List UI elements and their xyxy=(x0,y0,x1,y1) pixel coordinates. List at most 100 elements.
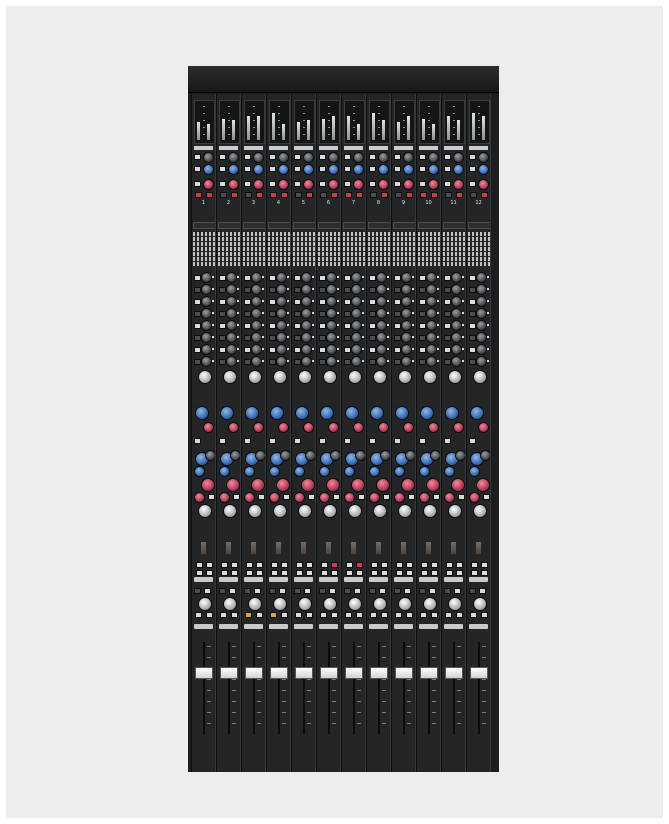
aux-pre-button[interactable] xyxy=(219,359,226,365)
mic-button[interactable] xyxy=(419,154,426,160)
aux-send-knob[interactable] xyxy=(226,344,237,355)
aux-pre-button[interactable] xyxy=(469,359,476,365)
phase-button[interactable] xyxy=(344,166,351,172)
bus-button[interactable] xyxy=(196,570,203,576)
routing-buttons[interactable] xyxy=(468,262,490,266)
trim-knob[interactable] xyxy=(303,152,314,163)
routing-buttons[interactable] xyxy=(293,237,315,241)
aux-pre-button[interactable] xyxy=(369,359,376,365)
routing-buttons[interactable] xyxy=(243,232,265,236)
pan-knob[interactable] xyxy=(273,504,287,518)
eq-in-button[interactable] xyxy=(258,494,265,500)
eq-hmf-q-knob[interactable] xyxy=(380,450,390,461)
routing-buttons[interactable] xyxy=(218,247,240,251)
aux-pre-button[interactable] xyxy=(319,323,326,329)
eq-lmf-freq-knob[interactable] xyxy=(201,478,215,492)
aux-send-knob[interactable] xyxy=(251,356,262,367)
aux-pre-button[interactable] xyxy=(394,323,401,329)
aux-pre-button[interactable] xyxy=(194,275,201,281)
gate-knob[interactable] xyxy=(253,179,264,190)
mix-button[interactable] xyxy=(321,562,328,568)
eq-hf-gain-knob[interactable] xyxy=(470,406,484,420)
bus-pan-knob[interactable] xyxy=(298,597,312,611)
aux-pre-button[interactable] xyxy=(344,347,351,353)
bus-pan-knob[interactable] xyxy=(248,597,262,611)
mix-b-button[interactable] xyxy=(481,562,488,568)
aux-pre-button[interactable] xyxy=(444,299,451,305)
routing-buttons[interactable] xyxy=(343,242,365,246)
routing-buttons[interactable] xyxy=(243,262,265,266)
aux-pre-button[interactable] xyxy=(244,359,251,365)
bus-assign-button[interactable] xyxy=(469,588,476,594)
aux-pre-button[interactable] xyxy=(294,323,301,329)
bus-pan-knob[interactable] xyxy=(348,597,362,611)
record-button[interactable] xyxy=(270,192,277,198)
channel-fader[interactable] xyxy=(270,667,288,679)
bus-assign-button[interactable] xyxy=(269,588,276,594)
pan-knob[interactable] xyxy=(398,504,412,518)
routing-buttons[interactable] xyxy=(418,237,440,241)
hpf-knob[interactable] xyxy=(353,164,364,175)
eq-in-button[interactable] xyxy=(208,494,215,500)
aux-send-knob[interactable] xyxy=(276,308,287,319)
gate-button[interactable] xyxy=(294,181,301,187)
routing-buttons[interactable] xyxy=(318,247,340,251)
routing-buttons[interactable] xyxy=(393,262,415,266)
mix-b-button[interactable] xyxy=(231,562,238,568)
aux-send-knob[interactable] xyxy=(226,356,237,367)
trim-knob[interactable] xyxy=(228,152,239,163)
insert-button[interactable] xyxy=(281,192,288,198)
aux-send-knob[interactable] xyxy=(326,344,337,355)
aux-send-knob[interactable] xyxy=(351,296,362,307)
aux-send-knob[interactable] xyxy=(426,308,437,319)
mix-button[interactable] xyxy=(221,562,228,568)
aux-pre-button[interactable] xyxy=(394,299,401,305)
aux-pre-button[interactable] xyxy=(419,347,426,353)
aux-pre-button[interactable] xyxy=(269,323,276,329)
aux-pre-button[interactable] xyxy=(194,359,201,365)
routing-buttons[interactable] xyxy=(468,237,490,241)
routing-buttons[interactable] xyxy=(393,242,415,246)
aux-send-knob[interactable] xyxy=(351,332,362,343)
bus-button[interactable] xyxy=(246,570,253,576)
trim-knob[interactable] xyxy=(353,152,364,163)
routing-buttons[interactable] xyxy=(468,232,490,236)
aux-pre-button[interactable] xyxy=(344,287,351,293)
aux-send-knob[interactable] xyxy=(476,320,487,331)
routing-buttons[interactable] xyxy=(343,237,365,241)
routing-buttons[interactable] xyxy=(443,247,465,251)
routing-buttons[interactable] xyxy=(268,237,290,241)
eq-lmf-gain-knob[interactable] xyxy=(244,466,255,477)
mic-button[interactable] xyxy=(369,154,376,160)
aux-send-knob[interactable] xyxy=(201,296,212,307)
eq-hf-freq-knob[interactable] xyxy=(478,422,489,433)
gate-knob[interactable] xyxy=(453,179,464,190)
mix-button[interactable] xyxy=(446,562,453,568)
bus-assign-button[interactable] xyxy=(369,588,376,594)
insert-button[interactable] xyxy=(231,192,238,198)
eq-bell-button[interactable] xyxy=(469,438,476,444)
eq-hf-freq-knob[interactable] xyxy=(203,422,214,433)
routing-buttons[interactable] xyxy=(343,257,365,261)
routing-buttons[interactable] xyxy=(318,252,340,256)
mic-button[interactable] xyxy=(219,154,226,160)
bus-assign-b-button[interactable] xyxy=(229,588,236,594)
aux-send-knob[interactable] xyxy=(276,272,287,283)
aux-send-knob[interactable] xyxy=(451,344,462,355)
routing-buttons[interactable] xyxy=(268,247,290,251)
bus-button[interactable] xyxy=(321,570,328,576)
aux-pre-button[interactable] xyxy=(469,275,476,281)
aux-pre-button[interactable] xyxy=(394,275,401,281)
bus-button[interactable] xyxy=(346,570,353,576)
phase-button[interactable] xyxy=(444,166,451,172)
aux-send-knob[interactable] xyxy=(451,284,462,295)
eq-in-button[interactable] xyxy=(333,494,340,500)
mic-button[interactable] xyxy=(319,154,326,160)
mute-button[interactable] xyxy=(281,612,288,618)
bus-assign-button[interactable] xyxy=(219,588,226,594)
mix-b-button[interactable] xyxy=(431,562,438,568)
eq-lf-knob[interactable] xyxy=(369,492,380,503)
routing-buttons[interactable] xyxy=(343,252,365,256)
hpf-knob[interactable] xyxy=(378,164,389,175)
bus-b-button[interactable] xyxy=(256,570,263,576)
